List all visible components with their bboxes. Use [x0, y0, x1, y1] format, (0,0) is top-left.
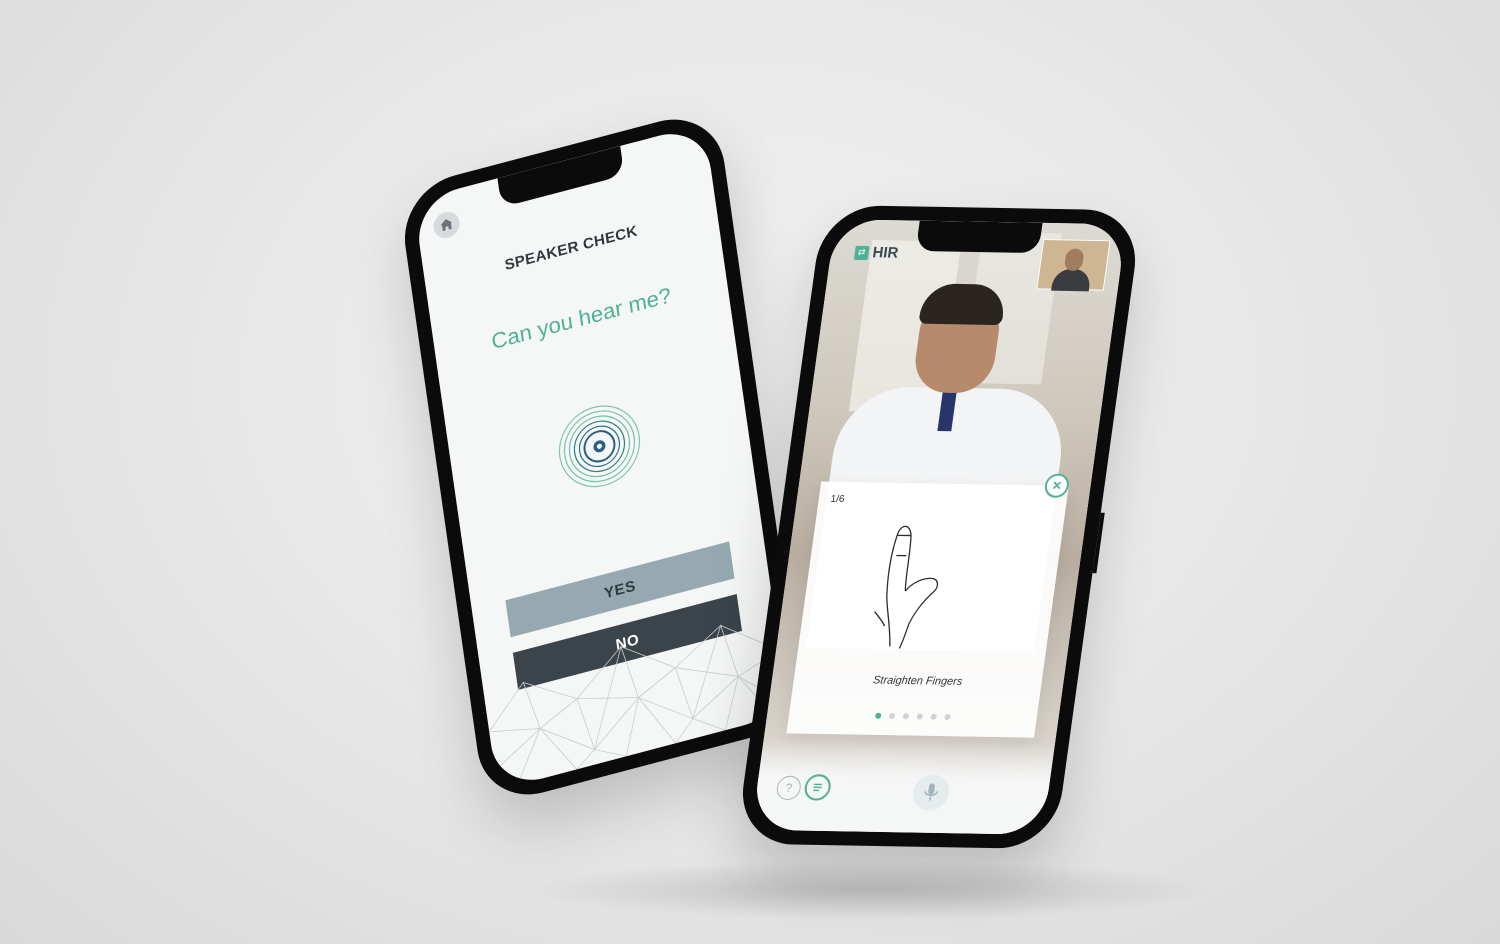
screen-speaker-check: SPEAKER CHECK Can you hear me? YES NO [413, 123, 789, 791]
microphone-icon-glyph [924, 783, 938, 801]
logo-mark: ⇄ [853, 245, 870, 260]
card-pagination [789, 711, 1037, 721]
floor-shadow [520, 860, 1220, 920]
transcript-icon-glyph [813, 783, 823, 792]
page-dot[interactable] [902, 713, 910, 720]
page-dot[interactable] [888, 712, 896, 720]
page-dot[interactable] [916, 713, 924, 720]
self-view-video[interactable] [1036, 239, 1111, 292]
app-logo: ⇄ HIR [853, 244, 900, 262]
card-caption: Straighten Fingers [872, 674, 964, 688]
exercise-card: 1/6 Straighten Fingers [786, 481, 1069, 738]
home-icon[interactable] [431, 208, 462, 242]
side-button [1092, 512, 1105, 574]
card-page-indicator: 1/6 [829, 493, 846, 506]
speaker-icon [552, 394, 647, 498]
home-icon-glyph [440, 219, 453, 232]
logo-text: HIR [871, 244, 900, 262]
hand-illustration [874, 525, 939, 649]
notch [497, 145, 625, 208]
speaker-question: Can you hear me? [489, 282, 673, 355]
self-view-face [1063, 248, 1085, 272]
phone-speaker-check: SPEAKER CHECK Can you hear me? YES NO [397, 106, 805, 808]
page-dot[interactable] [930, 713, 938, 720]
phone-video-consult: ⇄ HIR ✕ 1/6 Straighten Fingers ? [735, 204, 1143, 850]
screen-video-consult: ⇄ HIR ✕ 1/6 Straighten Fingers ? [751, 219, 1127, 835]
page-dot[interactable] [944, 713, 951, 721]
self-view-person [1051, 268, 1092, 292]
page-dot[interactable] [874, 712, 882, 719]
notch [915, 220, 1043, 254]
